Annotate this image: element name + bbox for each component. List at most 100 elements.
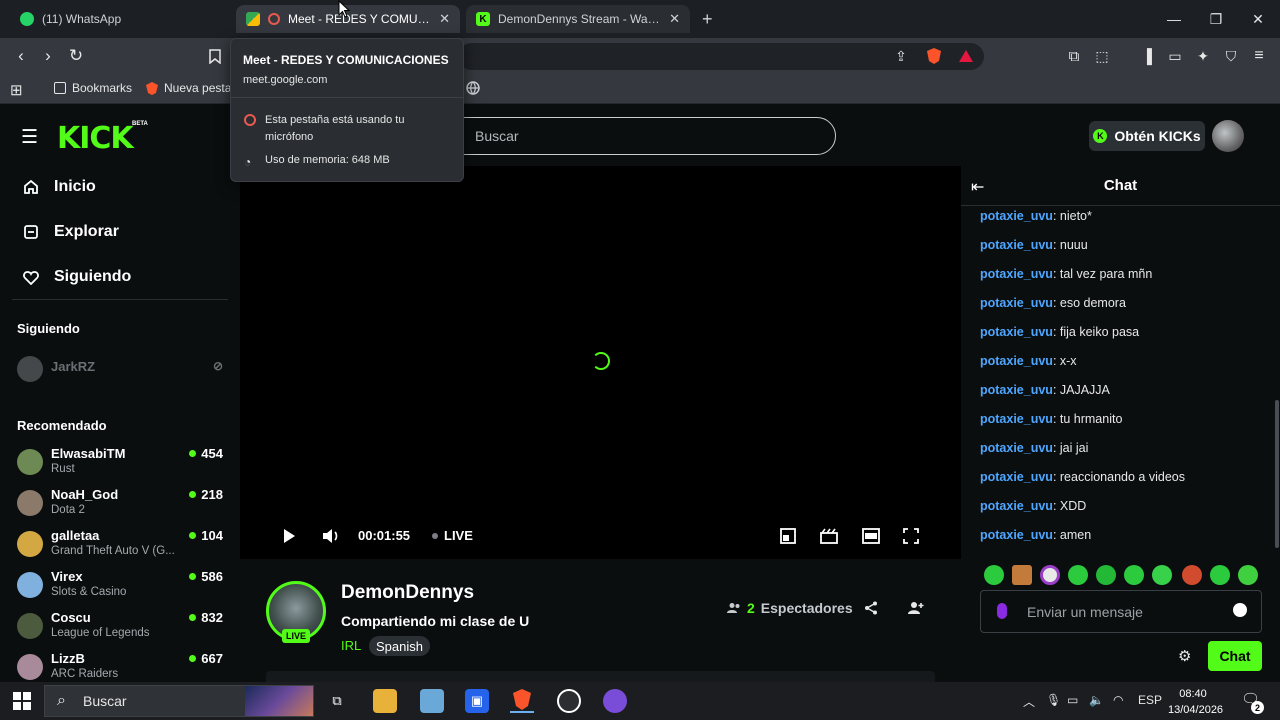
recommended-channel[interactable]: Virex Slots & Casino 586 (17, 569, 227, 605)
chat-app-icon[interactable] (603, 689, 627, 713)
new-tab-button[interactable]: + (702, 9, 713, 30)
forward-icon[interactable]: › (36, 44, 60, 68)
chat-username[interactable]: potaxie_uvu (980, 209, 1053, 223)
chat-username[interactable]: potaxie_uvu (980, 238, 1053, 252)
microphone-tray-icon[interactable]: 🎙 (1046, 693, 1061, 707)
recommended-channel[interactable]: galletaa Grand Theft Auto V (G... 104 (17, 528, 227, 564)
emote-icon[interactable] (1096, 565, 1116, 585)
emote-icon[interactable] (1152, 565, 1172, 585)
chat-username[interactable]: potaxie_uvu (980, 296, 1053, 310)
share-icon[interactable]: ⇪ (889, 44, 913, 68)
kick-logo[interactable]: KICK (57, 121, 134, 156)
reload-icon[interactable]: ↻ (64, 44, 88, 68)
chat-username[interactable]: potaxie_uvu (980, 499, 1053, 513)
wallet-icon[interactable]: ▭ (1163, 44, 1187, 68)
nav-siguiendo[interactable]: Siguiendo (22, 268, 131, 286)
sidebar-toggle-icon[interactable]: ▐ (1135, 44, 1159, 68)
windows-start-icon[interactable] (13, 692, 31, 715)
stream-category[interactable]: IRL (341, 638, 361, 653)
video-player[interactable]: 00:01:55 LIVE (240, 166, 961, 559)
emote-icon[interactable] (984, 565, 1004, 585)
wifi-icon[interactable]: ◠ (1113, 693, 1123, 707)
fullscreen-icon[interactable] (903, 528, 919, 544)
close-window-icon[interactable]: ✕ (1236, 0, 1280, 38)
language-tag[interactable]: Spanish (369, 636, 430, 656)
nav-inicio[interactable]: Inicio (22, 178, 96, 196)
clip-icon[interactable] (820, 528, 838, 544)
back-icon[interactable]: ‹ (9, 44, 33, 68)
task-view-icon[interactable]: ⧉ (325, 689, 349, 713)
maximize-icon[interactable]: ❐ (1194, 0, 1238, 38)
chat-username[interactable]: potaxie_uvu (980, 354, 1053, 368)
nav-explorar[interactable]: Explorar (22, 223, 119, 241)
recommended-channel[interactable]: NoaH_God Dota 2 218 (17, 487, 227, 523)
brave-shield-icon[interactable] (922, 44, 946, 68)
hamburger-menu-icon[interactable]: ☰ (21, 126, 38, 149)
microphone-icon[interactable] (997, 603, 1007, 619)
leo-ai-icon[interactable]: ✦ (1191, 44, 1215, 68)
apps-grid-icon[interactable]: ⊞ (10, 81, 23, 99)
page-scrollbar[interactable] (1275, 400, 1279, 548)
chat-username[interactable]: potaxie_uvu (980, 325, 1053, 339)
chat-username[interactable]: potaxie_uvu (980, 528, 1053, 542)
chat-username[interactable]: potaxie_uvu (980, 383, 1053, 397)
follow-user-icon[interactable] (907, 599, 925, 617)
close-icon[interactable]: ✕ (669, 11, 680, 27)
brave-rewards-icon[interactable] (954, 44, 978, 68)
volume-button[interactable] (322, 528, 340, 544)
close-icon[interactable]: ✕ (439, 11, 450, 27)
bookmark-new-tab[interactable]: Nueva pesta (146, 81, 231, 95)
channel-category: Grand Theft Auto V (G... (51, 545, 175, 557)
chat-text: : nieto* (1052, 209, 1092, 223)
get-kicks-button[interactable]: K Obtén KICKs (1089, 121, 1205, 151)
emoji-picker-icon[interactable] (1233, 603, 1247, 617)
minimize-icon[interactable]: — (1152, 0, 1196, 38)
emote-icon[interactable] (1040, 565, 1060, 585)
share-icon[interactable] (862, 599, 880, 617)
recommended-channel[interactable]: ElwasabiTM Rust 454 (17, 446, 227, 482)
extensions-icon[interactable]: ⧉ (1062, 44, 1086, 68)
emote-icon[interactable] (1012, 565, 1032, 585)
language-indicator[interactable]: ESP (1138, 693, 1162, 707)
tab-kick-stream[interactable]: K DemonDennys Stream - Watch l ✕ (466, 5, 690, 33)
file-explorer-icon[interactable] (373, 689, 397, 713)
emote-icon[interactable] (1182, 565, 1202, 585)
chat-username[interactable]: potaxie_uvu (980, 267, 1053, 281)
roblox-app-icon[interactable]: ▣ (465, 689, 489, 713)
tray-expand-icon[interactable]: ︿ (1023, 693, 1035, 710)
chat-message-input[interactable]: Enviar un mensaje (980, 590, 1262, 633)
system-clock[interactable]: 08:40 13/04/2026 (1168, 686, 1223, 718)
notepad-app-icon[interactable] (420, 689, 444, 713)
chat-message: potaxie_uvu: amen (980, 528, 1091, 542)
recommended-channel[interactable]: Coscu League of Legends 832 (17, 610, 227, 646)
menu-icon[interactable]: ≡ (1247, 44, 1271, 68)
user-avatar[interactable] (1212, 120, 1244, 152)
emote-icon[interactable] (1210, 565, 1230, 585)
speaker-icon[interactable]: 🔈 (1089, 693, 1104, 707)
brave-taskbar-icon[interactable] (510, 689, 534, 713)
vpn-shield-icon[interactable]: ⛉ (1219, 44, 1243, 68)
taskbar-search-input[interactable]: ⌕ Buscar (44, 685, 314, 717)
battery-icon[interactable]: ▭ (1067, 693, 1078, 707)
emote-icon[interactable] (1068, 565, 1088, 585)
chat-username[interactable]: potaxie_uvu (980, 470, 1053, 484)
globe-icon[interactable] (466, 81, 480, 95)
bookmark-folder-bookmarks[interactable]: Bookmarks (54, 81, 132, 95)
theater-mode-icon[interactable] (862, 528, 880, 544)
search-input[interactable]: ⌕ Buscar (440, 117, 836, 155)
bookmark-icon[interactable] (203, 44, 227, 68)
live-indicator[interactable]: LIVE (432, 528, 473, 543)
following-channel[interactable]: JarkRZ ⊘ (17, 353, 227, 389)
emote-icon[interactable] (1124, 565, 1144, 585)
chat-send-button[interactable]: Chat (1208, 641, 1262, 671)
chat-username[interactable]: potaxie_uvu (980, 441, 1053, 455)
emote-icon[interactable] (1238, 565, 1258, 585)
mini-player-icon[interactable] (780, 528, 796, 544)
tab-whatsapp[interactable]: (11) WhatsApp (10, 5, 230, 33)
screenshot-icon[interactable]: ⬚ (1090, 44, 1114, 68)
play-button[interactable] (282, 528, 296, 544)
obs-studio-icon[interactable] (557, 689, 581, 713)
streamer-name[interactable]: DemonDennys (341, 582, 474, 604)
chat-settings-gear-icon[interactable]: ⚙ (1178, 647, 1191, 665)
chat-username[interactable]: potaxie_uvu (980, 412, 1053, 426)
